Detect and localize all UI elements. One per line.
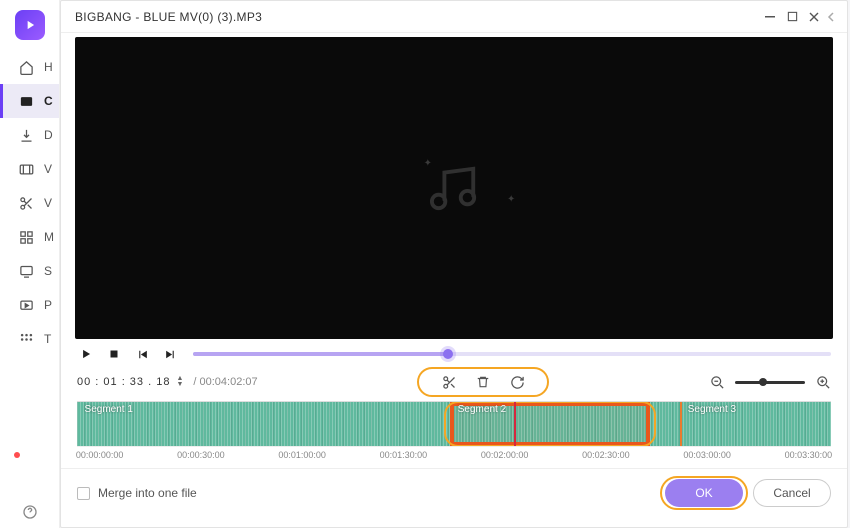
- ruler-tick: 00:01:30:00: [380, 450, 428, 460]
- ruler-tick: 00:01:00:00: [278, 450, 326, 460]
- sidebar-item-convert[interactable]: C: [0, 84, 59, 118]
- progress-slider[interactable]: [193, 352, 831, 356]
- music-note-icon: [425, 163, 483, 213]
- zoom-thumb[interactable]: [759, 378, 767, 386]
- merge-checkbox[interactable]: [77, 487, 90, 500]
- cancel-button[interactable]: Cancel: [753, 479, 831, 507]
- sidebar: H C D V V M S P T: [0, 0, 60, 528]
- stop-button[interactable]: [105, 345, 123, 363]
- sidebar-item-label: P: [44, 298, 52, 312]
- sidebar-item-play[interactable]: P: [0, 288, 59, 322]
- segment-tools: [423, 369, 543, 395]
- total-duration: / 00:04:02:07: [193, 376, 257, 388]
- trim-window: BIGBANG - BLUE MV(0) (3).MP3 ✦ ✦ 00: [60, 0, 848, 528]
- screen-icon: [18, 263, 34, 279]
- zoom-slider[interactable]: [735, 381, 805, 384]
- close-button[interactable]: [803, 6, 825, 28]
- media-preview: ✦ ✦: [75, 37, 833, 339]
- cancel-button-label: Cancel: [773, 486, 810, 500]
- sidebar-item-label: D: [44, 128, 53, 142]
- zoom-in-button[interactable]: [815, 374, 831, 390]
- current-time: 00 : 01 : 33 . 18: [77, 376, 170, 388]
- time-ruler: 00:00:00:00 00:00:30:00 00:01:00:00 00:01:3…: [77, 446, 831, 468]
- step-down-icon[interactable]: ▼: [176, 382, 183, 388]
- sidebar-item-screen[interactable]: S: [0, 254, 59, 288]
- highlight-annotation: [660, 476, 748, 510]
- sidebar-item-label: C: [44, 94, 53, 108]
- sidebar-item-home[interactable]: H: [0, 50, 59, 84]
- timeline: Segment 1Segment 2Segment 3 00:00:00:000…: [77, 401, 831, 468]
- apps-icon: [18, 331, 34, 347]
- help-icon[interactable]: [22, 504, 38, 520]
- zoom-out-button[interactable]: [709, 374, 725, 390]
- segment-label: Segment 2: [458, 404, 506, 415]
- sidebar-item-label: S: [44, 264, 52, 278]
- home-icon: [18, 59, 34, 75]
- prev-frame-button[interactable]: [133, 345, 151, 363]
- highlight-annotation: [417, 367, 549, 397]
- playhead[interactable]: [514, 402, 516, 446]
- collapse-button[interactable]: [825, 6, 837, 28]
- titlebar: BIGBANG - BLUE MV(0) (3).MP3: [61, 1, 847, 33]
- zoom-controls: [709, 374, 831, 390]
- time-display: 00 : 01 : 33 . 18 ▲▼ / 00:04:02:07: [77, 376, 258, 388]
- segment-label: Segment 1: [85, 404, 133, 415]
- sidebar-item-label: V: [44, 196, 52, 210]
- progress-fill: [193, 352, 448, 356]
- sidebar-item-cut[interactable]: V: [0, 186, 59, 220]
- sidebar-item-label: V: [44, 162, 52, 176]
- merge-checkbox-label: Merge into one file: [98, 486, 197, 500]
- notification-dot-icon: [14, 452, 20, 458]
- ruler-tick: 00:02:00:00: [481, 450, 529, 460]
- video-icon: [18, 161, 34, 177]
- sidebar-item-label: M: [44, 230, 54, 244]
- sidebar-item-download[interactable]: D: [0, 118, 59, 152]
- play-icon: [18, 297, 34, 313]
- segment-divider[interactable]: [680, 402, 682, 446]
- ok-button[interactable]: OK: [665, 479, 743, 507]
- play-button[interactable]: [77, 345, 95, 363]
- ruler-tick: 00:02:30:00: [582, 450, 630, 460]
- download-icon: [18, 127, 34, 143]
- minimize-button[interactable]: [759, 6, 781, 28]
- ruler-tick: 00:03:00:00: [683, 450, 731, 460]
- sidebar-item-label: T: [44, 332, 51, 346]
- next-frame-button[interactable]: [161, 345, 179, 363]
- segment-label: Segment 3: [688, 404, 736, 415]
- merge-icon: [18, 229, 34, 245]
- progress-thumb[interactable]: [443, 349, 453, 359]
- cut-icon: [18, 195, 34, 211]
- convert-icon: [18, 93, 34, 109]
- time-stepper[interactable]: ▲▼: [176, 376, 183, 388]
- app-logo: [15, 10, 45, 40]
- window-title: BIGBANG - BLUE MV(0) (3).MP3: [71, 10, 759, 24]
- ruler-tick: 00:00:00:00: [76, 450, 124, 460]
- ruler-tick: 00:00:30:00: [177, 450, 225, 460]
- tools-row: 00 : 01 : 33 . 18 ▲▼ / 00:04:02:07: [61, 365, 847, 401]
- footer: Merge into one file OK Cancel: [61, 468, 847, 517]
- playback-controls: [61, 339, 847, 365]
- sidebar-item-merge[interactable]: M: [0, 220, 59, 254]
- sidebar-item-label: H: [44, 60, 53, 74]
- sidebar-item-apps[interactable]: T: [0, 322, 59, 356]
- sidebar-item-video[interactable]: V: [0, 152, 59, 186]
- waveform-track[interactable]: Segment 1 Segment 2 Segment 3: [77, 402, 831, 446]
- ruler-tick: 00:03:30:00: [785, 450, 833, 460]
- maximize-button[interactable]: [781, 6, 803, 28]
- sparkle-icon: ✦: [507, 194, 515, 205]
